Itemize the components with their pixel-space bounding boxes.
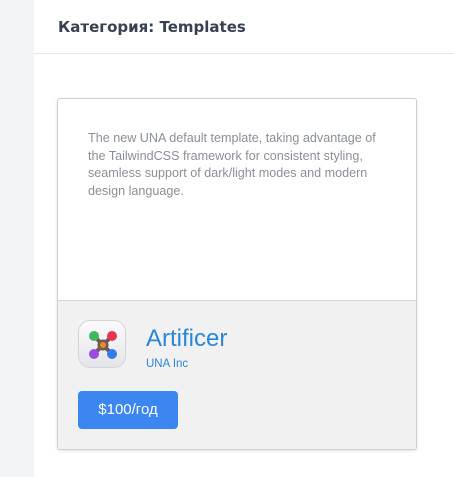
product-description: The new UNA default template, taking adv… [88, 131, 376, 198]
category-panel: Категория: Templates The new UNA default… [34, 0, 454, 477]
left-rail [0, 0, 34, 477]
page-title: Категория: Templates [58, 18, 246, 36]
vendor-link[interactable]: UNA Inc [146, 358, 188, 370]
product-card[interactable]: The new UNA default template, taking adv… [57, 98, 417, 450]
buy-price-button[interactable]: $100/год [78, 391, 178, 429]
panel-header: Категория: Templates [34, 0, 454, 54]
artificer-app-icon[interactable] [78, 320, 126, 368]
artificer-logo-icon [89, 331, 117, 359]
product-card-footer: Artificer UNA Inc $100/год [58, 300, 416, 449]
product-name-link[interactable]: Artificer [146, 325, 227, 353]
